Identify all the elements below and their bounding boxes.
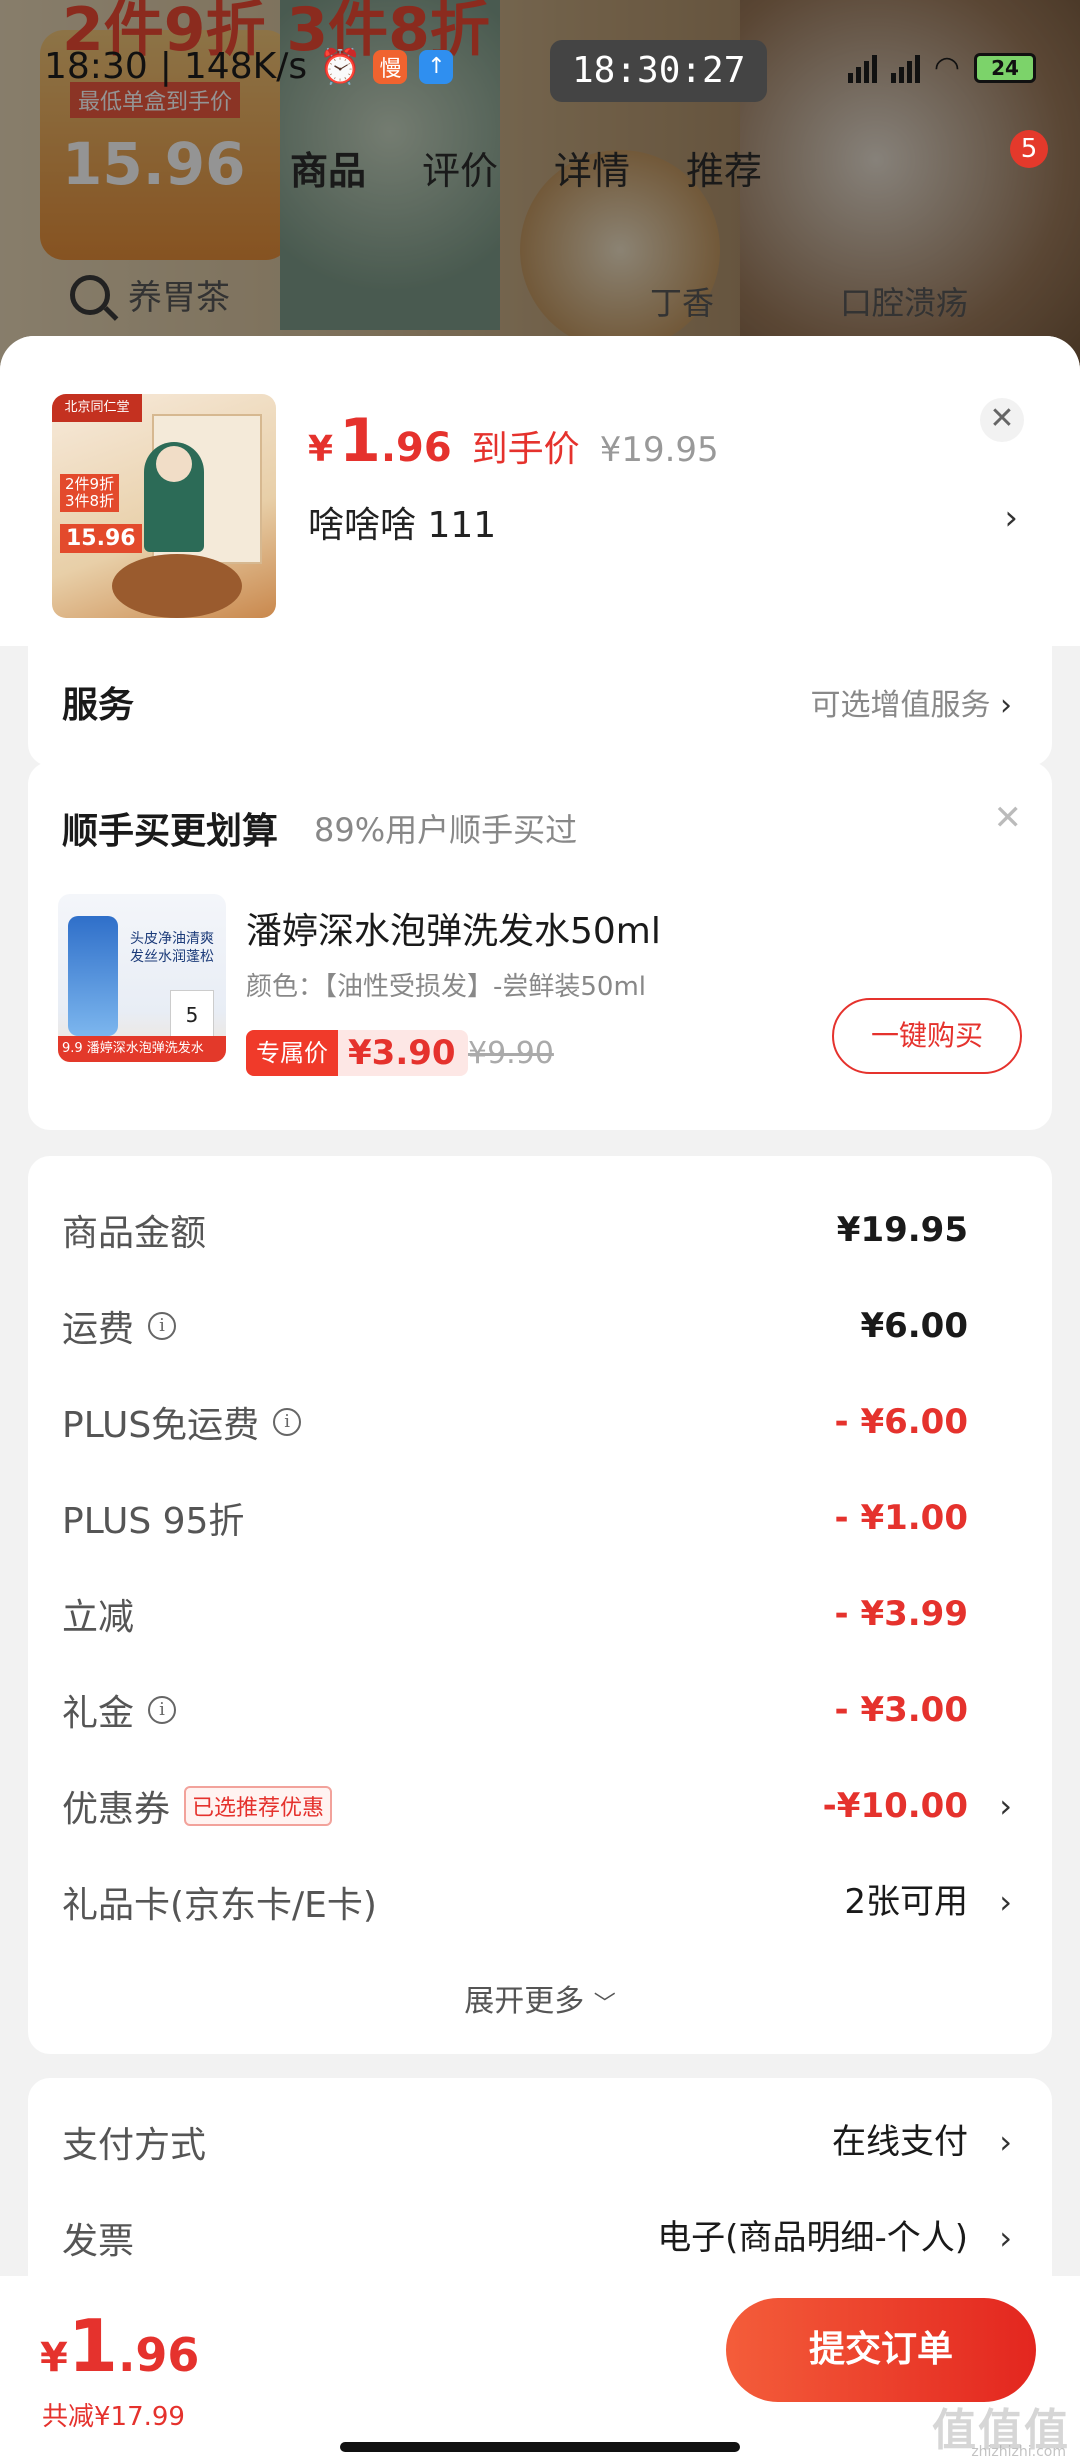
addon-product-spec: 颜色：【油性受损发】-尝鲜装50ml	[246, 972, 647, 1002]
bg-search-chip[interactable]: 丁香	[650, 278, 714, 324]
addon-title: 顺手买更划算	[62, 811, 279, 852]
close-button[interactable]: ✕	[980, 398, 1024, 442]
bg-tab-reviews[interactable]: 评价	[422, 140, 498, 195]
service-row[interactable]: 服务 可选增值服务 ›	[28, 646, 1052, 766]
upload-icon: ↑	[419, 49, 454, 84]
addon-image-banner: 9.9 潘婷深水泡弹洗发水	[58, 1036, 226, 1062]
fee-row-plus-free-shipping: PLUS免运费 i - ¥6.00	[62, 1402, 968, 1446]
bg-tab-product[interactable]: 商品	[290, 140, 366, 195]
status-right: ◠ 24	[847, 50, 1036, 85]
signal-icon	[847, 53, 877, 83]
info-icon[interactable]: i	[273, 1408, 302, 1436]
addon-image-text: 头皮净油清爽 发丝水润蓬松	[130, 931, 214, 965]
bg-search[interactable]: 养胃茶	[70, 270, 230, 319]
chevron-down-icon: ﹀	[593, 1992, 616, 2017]
bg-search-chip[interactable]: 口腔溃疡	[840, 278, 968, 324]
invoice-row[interactable]: 发票 电子(商品明细-个人) ›	[62, 2208, 1012, 2268]
fee-breakdown-card: 商品金额 ¥19.95 运费 i ¥6.00 PLUS免运费 i - ¥6.00 P…	[28, 1156, 1052, 2054]
addon-subtitle: 89%用户顺手买过	[314, 811, 578, 849]
price-label: 到手价	[471, 429, 580, 470]
fee-row-plus-discount: PLUS 95折 - ¥1.00	[62, 1498, 968, 1542]
addon-recommendation-card: 顺手买更划算 89%用户顺手买过 ✕ 头皮净油清爽 发丝水润蓬松 5 9.9 潘…	[28, 762, 1052, 1130]
expand-more-button[interactable]: 展开更多 ﹀	[28, 1976, 1052, 2020]
addon-product-image[interactable]: 头皮净油清爽 发丝水润蓬松 5 9.9 潘婷深水泡弹洗发水	[58, 894, 226, 1062]
status-bar: 18:30 | 148K/s ⏰ 慢 ↑ 18:30:27 ◠ 24	[0, 40, 1080, 102]
close-icon: ✕	[989, 401, 1015, 436]
image-price-tag: 15.96	[60, 524, 142, 553]
total-saved: 共减¥17.99	[42, 2402, 185, 2432]
bg-tab-recommend[interactable]: 推荐	[686, 140, 762, 195]
addon-price: ¥3.90	[348, 1033, 456, 1073]
status-clock: 18:30:27	[550, 40, 768, 102]
service-value: 可选增值服务 ›	[810, 688, 1012, 723]
service-label: 服务	[62, 685, 135, 726]
submit-order-button[interactable]: 提交订单	[726, 2298, 1036, 2402]
brand-logo: 北京同仁堂	[52, 394, 142, 422]
info-icon[interactable]: i	[148, 1312, 177, 1340]
checkout-bar: ¥ 1 .96 共减¥17.99 提交订单 值值值 zhizhizhi.com	[0, 2276, 1080, 2460]
coupon-selected-tag: 已选推荐优惠	[184, 1786, 333, 1826]
product-header: 北京同仁堂 2件9折 3件8折 15.96 ¥ 1 .96 到手价 ¥19.95…	[0, 336, 1080, 646]
chevron-right-icon: ›	[999, 1883, 1012, 1921]
close-icon[interactable]: ✕	[994, 798, 1023, 838]
addon-product-name[interactable]: 潘婷深水泡弹洗发水50ml	[246, 902, 661, 954]
chevron-right-icon: ›	[1000, 688, 1012, 723]
status-time: 18:30	[44, 46, 148, 87]
alarm-icon: ⏰	[319, 46, 362, 87]
watermark-url: zhizhizhi.com	[971, 2444, 1066, 2460]
one-click-buy-button[interactable]: 一键购买	[832, 998, 1022, 1074]
bg-tab-bar: 商品 评价 详情 推荐	[290, 140, 762, 195]
product-price: ¥ 1 .96 到手价 ¥19.95	[308, 406, 719, 476]
bg-search-text: 养胃茶	[128, 278, 230, 318]
order-confirm-sheet: 北京同仁堂 2件9折 3件8折 15.96 ¥ 1 .96 到手价 ¥19.95…	[0, 336, 1080, 2460]
fee-row-coupon[interactable]: 优惠券 已选推荐优惠 -¥10.00 ›	[62, 1776, 1012, 1836]
fee-row-instant-discount: 立减 - ¥3.99	[62, 1594, 968, 1638]
status-net-speed: 148K/s	[183, 46, 308, 87]
exclusive-price-tag: 专属价	[246, 1030, 338, 1076]
fee-row-gift-card[interactable]: 礼品卡(京东卡/E卡) 2张可用 ›	[62, 1872, 1012, 1932]
home-indicator[interactable]	[340, 2442, 740, 2452]
status-left: 18:30 | 148K/s ⏰ 慢 ↑	[44, 46, 454, 87]
addon-old-price: ¥9.90	[468, 1036, 554, 1071]
fee-row-shipping: 运费 i ¥6.00	[62, 1306, 968, 1350]
battery-icon: 24	[974, 52, 1036, 83]
product-image[interactable]: 北京同仁堂 2件9折 3件8折 15.96	[52, 394, 276, 618]
original-price: ¥19.95	[599, 430, 719, 470]
signal-icon	[890, 53, 920, 83]
bg-cart-badge: 5	[1010, 130, 1048, 168]
fee-row-goods-amount: 商品金额 ¥19.95	[62, 1210, 968, 1254]
image-promo-tag: 2件9折 3件8折	[60, 474, 120, 512]
bg-tab-details[interactable]: 详情	[554, 140, 630, 195]
chevron-right-icon[interactable]: ›	[1004, 498, 1018, 538]
total-price: ¥ 1 .96	[40, 2304, 200, 2388]
chevron-right-icon: ›	[999, 2123, 1012, 2161]
payment-method-row[interactable]: 支付方式 在线支付 ›	[62, 2112, 1012, 2172]
chevron-right-icon: ›	[999, 1787, 1012, 1825]
chevron-right-icon: ›	[999, 2219, 1012, 2257]
wifi-icon: ◠	[933, 50, 960, 85]
addon-exclusive-price: 专属价 ¥3.90	[246, 1030, 468, 1076]
info-icon[interactable]: i	[148, 1696, 177, 1724]
app-notification-icon: 慢	[373, 49, 408, 84]
fee-row-gift-money: 礼金 i - ¥3.00	[62, 1690, 968, 1734]
variant-selector[interactable]: 啥啥啥 111	[308, 496, 496, 548]
search-icon	[70, 274, 110, 315]
